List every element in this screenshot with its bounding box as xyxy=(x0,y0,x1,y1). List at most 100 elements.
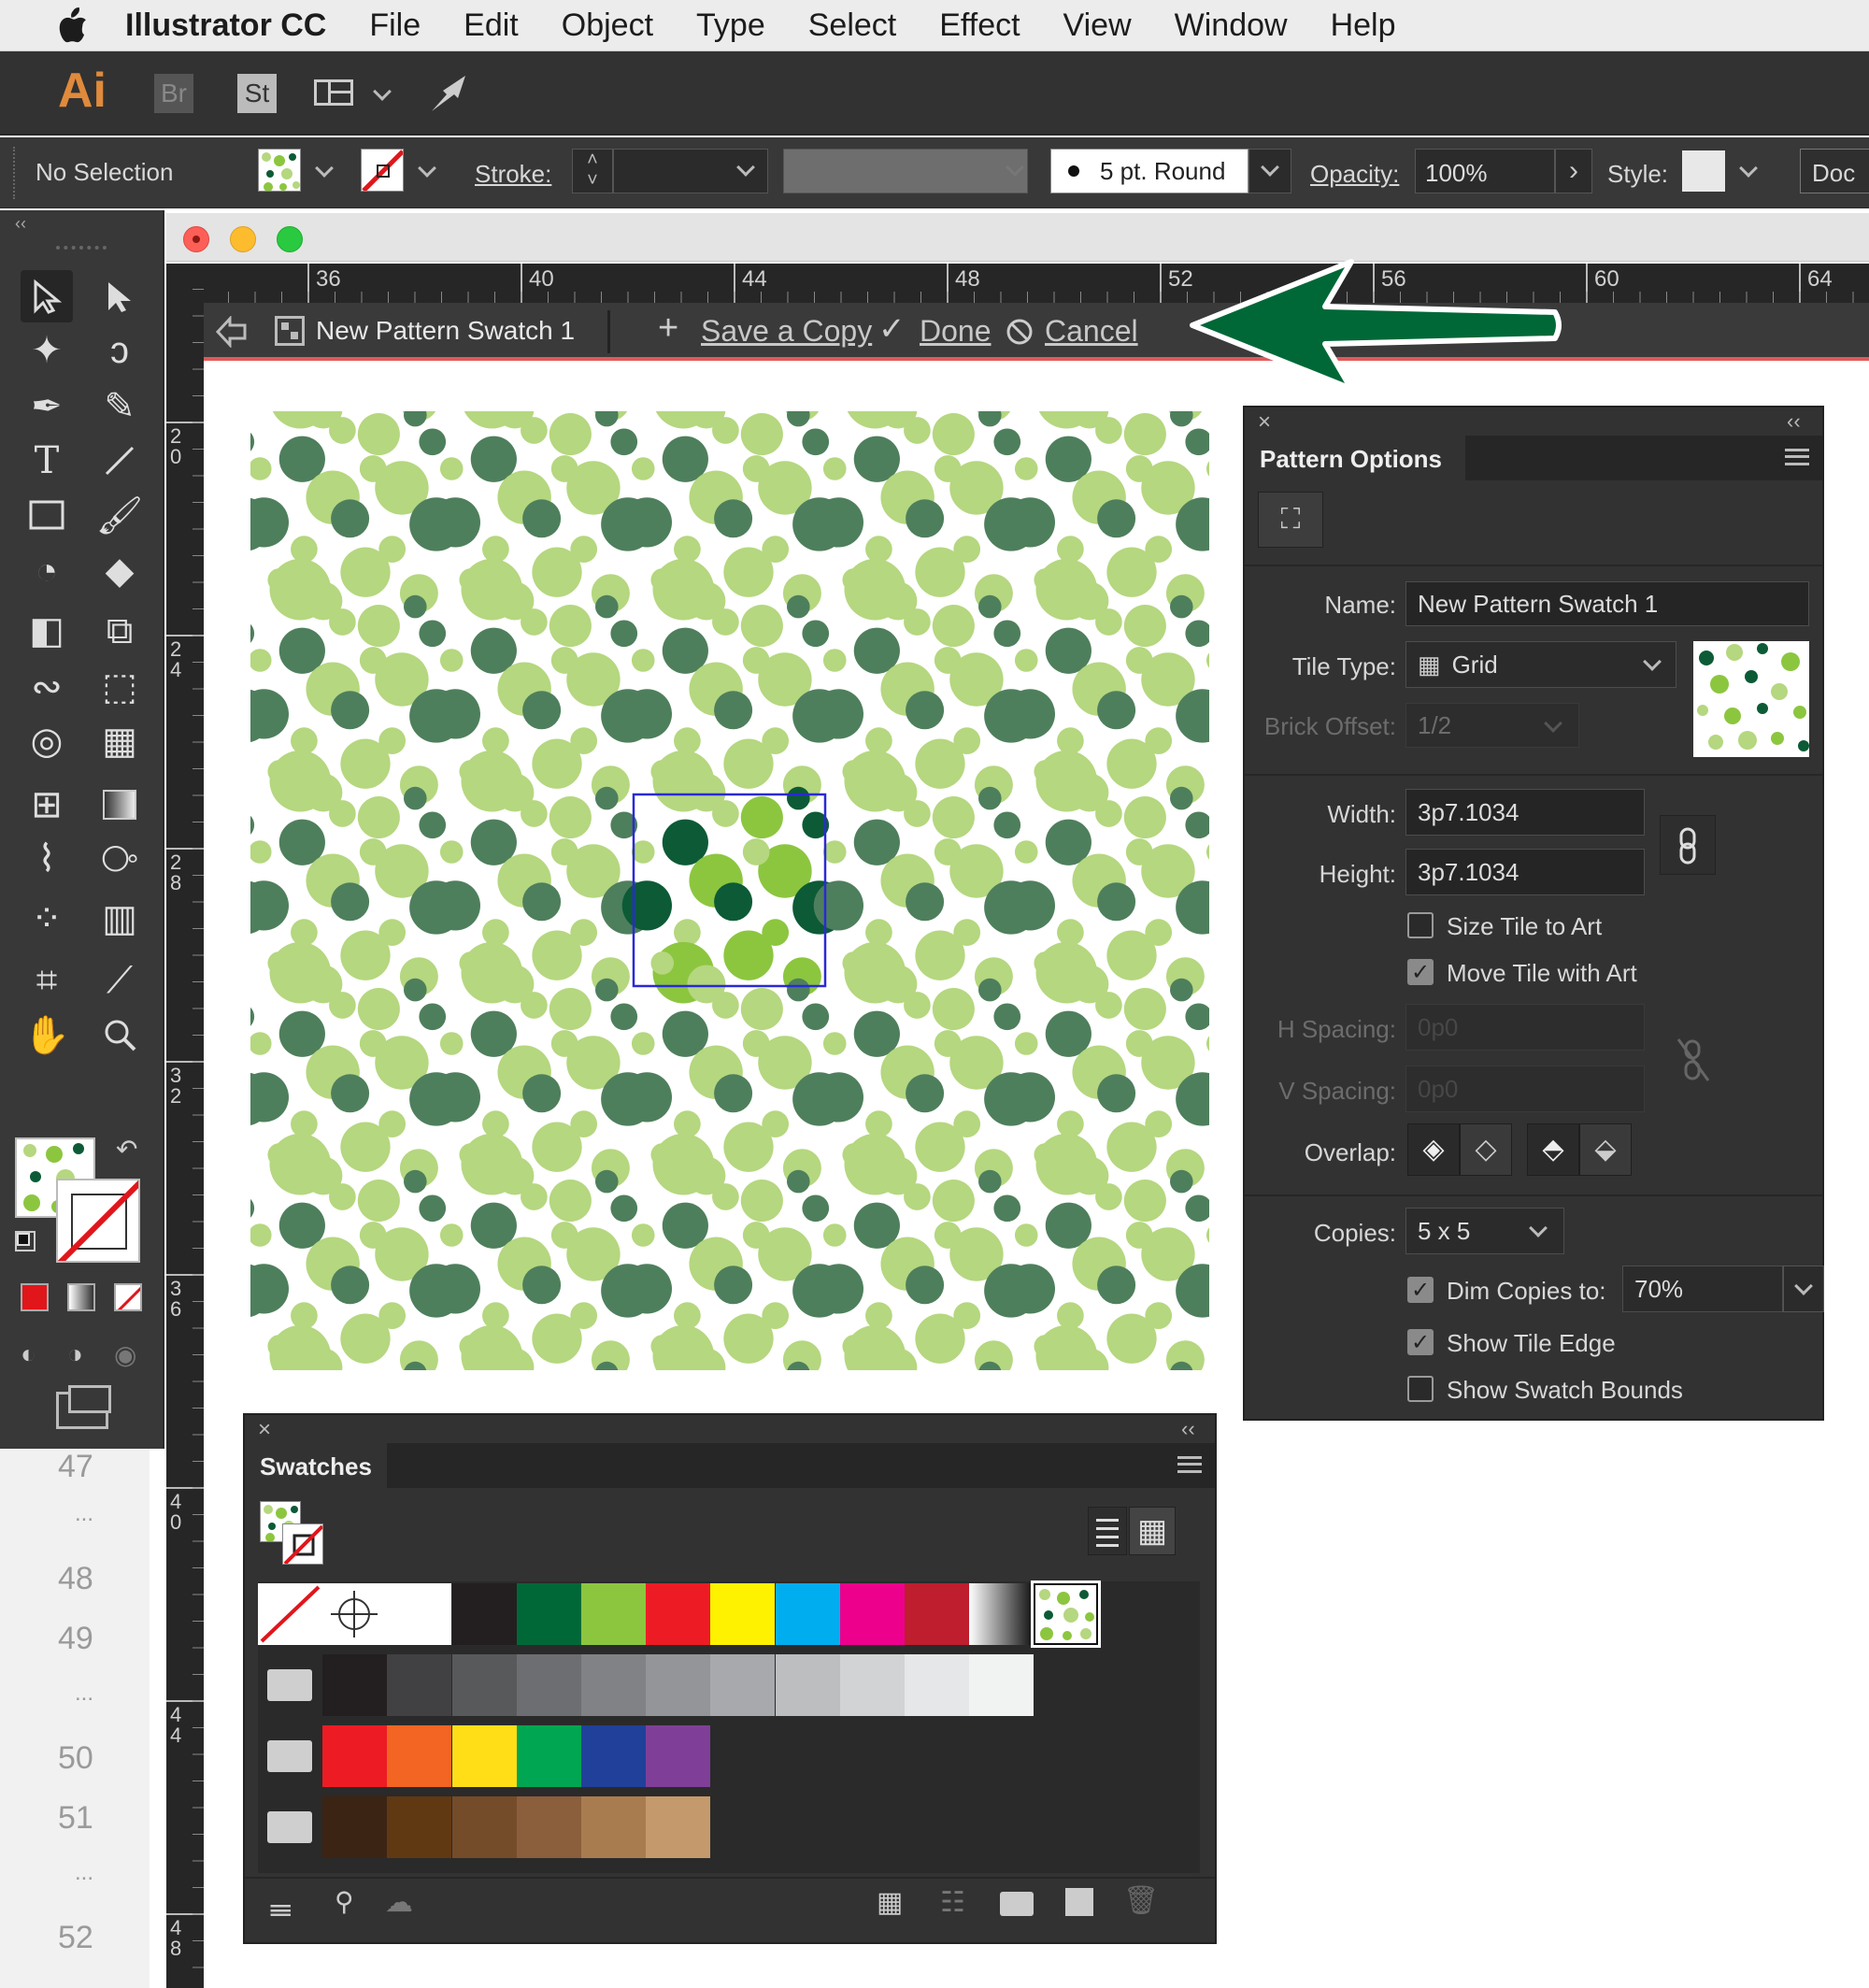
rectangle-tool-icon[interactable] xyxy=(21,489,73,541)
swatch-options-icon[interactable]: ☷ xyxy=(940,1886,965,1919)
add-to-library-icon[interactable]: ⚲ xyxy=(335,1886,354,1917)
lasso-tool-icon[interactable]: ↄ xyxy=(93,324,146,377)
pen-tool-icon[interactable]: ✒ xyxy=(21,380,73,433)
swatch-color[interactable] xyxy=(581,1796,646,1858)
app-name[interactable]: Illustrator CC xyxy=(125,7,326,44)
swatch-color[interactable] xyxy=(775,1654,840,1716)
stroke-dropdown-icon[interactable] xyxy=(418,159,436,178)
style-dropdown-icon[interactable] xyxy=(1739,159,1758,178)
swatch-color[interactable] xyxy=(516,1796,581,1858)
pattern-preview[interactable] xyxy=(250,411,1209,1370)
move-tile-with-art-checkbox[interactable]: ✓ xyxy=(1407,959,1434,985)
overlap-right-in-front-button[interactable]: ◇ xyxy=(1460,1123,1512,1176)
swatch-libraries-menu-icon[interactable]: 𝍢 xyxy=(269,1886,292,1934)
swatch-color[interactable] xyxy=(646,1796,711,1858)
mesh-tool-icon[interactable]: ⊞ xyxy=(21,779,73,831)
swatch-color[interactable] xyxy=(710,1583,776,1645)
link-dimensions-button[interactable] xyxy=(1660,815,1716,875)
current-stroke-swatch[interactable] xyxy=(282,1523,323,1565)
artboard-tool-icon[interactable]: ⌗ xyxy=(21,954,73,1007)
shape-builder-tool-icon[interactable]: ◎ xyxy=(21,715,73,767)
close-panel-icon[interactable]: × xyxy=(258,1417,271,1443)
draw-normal-icon[interactable]: ◐ xyxy=(21,1339,36,1369)
show-swatch-bounds-checkbox[interactable] xyxy=(1407,1376,1434,1402)
list-view-button[interactable] xyxy=(1088,1507,1127,1555)
swatch-none[interactable] xyxy=(258,1583,322,1645)
direct-selection-tool-icon[interactable] xyxy=(93,270,146,322)
eraser-tool-icon[interactable]: ◆ xyxy=(93,545,146,597)
swatch-color[interactable] xyxy=(581,1725,646,1787)
paintbrush-tool-icon[interactable]: 🖌 xyxy=(93,489,146,541)
minimize-window-button[interactable] xyxy=(230,226,256,252)
tile-type-select[interactable]: ▦ Grid xyxy=(1405,641,1676,688)
line-segment-tool-icon[interactable] xyxy=(93,435,146,487)
menu-type[interactable]: Type xyxy=(696,7,765,44)
scale-tool-icon[interactable]: ⧉ xyxy=(93,605,146,657)
brush-dropdown[interactable] xyxy=(1248,149,1291,193)
swatch-registration[interactable] xyxy=(322,1583,388,1645)
swatch-color[interactable] xyxy=(581,1654,646,1716)
height-field[interactable]: 3p7.1034 xyxy=(1405,849,1645,895)
swatch-color[interactable] xyxy=(710,1654,776,1716)
opacity-input[interactable]: 100% xyxy=(1415,149,1555,193)
menu-object[interactable]: Object xyxy=(562,7,653,44)
gradient-tool-icon[interactable] xyxy=(93,779,146,831)
color-mode-button[interactable] xyxy=(21,1283,49,1311)
panel-menu-icon[interactable] xyxy=(1785,449,1809,465)
swatch-color[interactable] xyxy=(387,1583,452,1645)
eyedropper-tool-icon[interactable]: ⌇ xyxy=(21,833,73,885)
swatch-color[interactable] xyxy=(387,1654,452,1716)
dim-copies-dropdown[interactable] xyxy=(1783,1266,1824,1312)
swatch-color[interactable] xyxy=(905,1583,969,1645)
bridge-button[interactable]: Br xyxy=(154,74,193,113)
stroke-weight-stepper[interactable]: ˄ ˅ xyxy=(572,149,613,193)
collapse-panel-icon[interactable]: ‹‹ xyxy=(1181,1417,1195,1441)
symbol-sprayer-tool-icon[interactable]: ⁘ xyxy=(21,893,73,945)
menu-file[interactable]: File xyxy=(369,7,421,44)
swatch-color[interactable] xyxy=(451,1725,517,1787)
copies-select[interactable]: 5 x 5 xyxy=(1405,1208,1564,1254)
fill-swatch[interactable] xyxy=(258,149,301,192)
color-group-folder-icon[interactable] xyxy=(267,1740,312,1772)
variable-width-profile[interactable] xyxy=(783,149,1028,193)
column-graph-tool-icon[interactable]: ▥ xyxy=(93,893,146,945)
stock-button[interactable]: St xyxy=(237,74,277,113)
menu-select[interactable]: Select xyxy=(808,7,897,44)
swatch-color[interactable] xyxy=(322,1796,388,1858)
move-tile-with-art-label[interactable]: Move Tile with Art xyxy=(1447,959,1637,988)
close-window-button[interactable] xyxy=(183,226,209,252)
chevron-down-icon[interactable] xyxy=(373,82,392,101)
new-swatch-icon[interactable] xyxy=(1065,1888,1093,1916)
brush-definition[interactable]: 5 pt. Round xyxy=(1050,149,1248,193)
swatch-color[interactable] xyxy=(322,1725,388,1787)
perspective-grid-tool-icon[interactable]: ▦ xyxy=(93,715,146,767)
arrange-documents-icon[interactable] xyxy=(314,79,353,106)
fill-dropdown-icon[interactable] xyxy=(315,159,334,178)
thumbnail-view-button[interactable]: ▦ xyxy=(1129,1507,1176,1555)
new-color-group-icon[interactable] xyxy=(1000,1892,1034,1916)
done-button[interactable]: Done xyxy=(920,314,992,349)
swatch-color[interactable] xyxy=(387,1725,452,1787)
swatch-color[interactable] xyxy=(581,1583,646,1645)
swatch-color[interactable] xyxy=(516,1654,581,1716)
show-tile-edge-checkbox[interactable]: ✓ xyxy=(1407,1329,1434,1355)
swatch-color[interactable] xyxy=(451,1796,517,1858)
dim-copies-select[interactable]: 70% xyxy=(1622,1266,1783,1312)
swatch-color[interactable] xyxy=(646,1725,711,1787)
gradient-mode-button[interactable] xyxy=(67,1283,95,1311)
pattern-options-tab[interactable]: Pattern Options xyxy=(1245,436,1465,480)
menu-help[interactable]: Help xyxy=(1331,7,1396,44)
opacity-slider-button[interactable]: › xyxy=(1555,149,1592,193)
save-a-copy-button[interactable]: Save a Copy xyxy=(701,314,872,349)
name-field[interactable]: New Pattern Swatch 1 xyxy=(1405,581,1809,626)
swap-fill-stroke-icon[interactable]: ↶ xyxy=(116,1134,137,1165)
curvature-tool-icon[interactable]: ✎ xyxy=(93,380,146,433)
exit-isolation-arrow-icon[interactable] xyxy=(215,316,249,348)
menu-view[interactable]: View xyxy=(1063,7,1132,44)
width-tool-icon[interactable]: ∾ xyxy=(21,661,73,713)
swatch-color[interactable] xyxy=(969,1654,1034,1716)
swatch-color[interactable] xyxy=(839,1654,905,1716)
free-transform-tool-icon[interactable]: ⬚ xyxy=(93,661,146,713)
stroke-label[interactable]: Stroke: xyxy=(475,160,551,189)
swatch-color[interactable] xyxy=(451,1583,517,1645)
